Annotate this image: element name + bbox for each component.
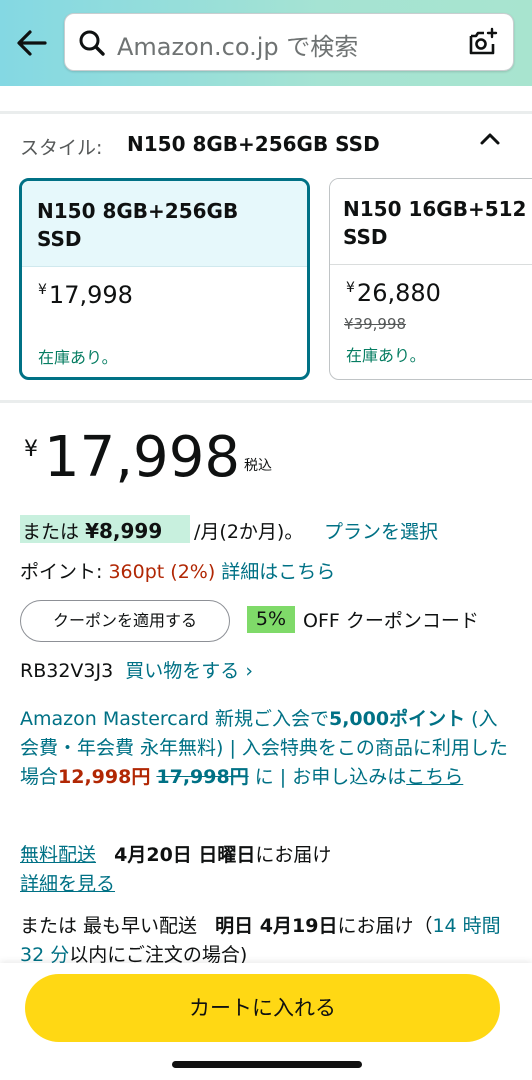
coupon-code: RB32V3J3 [20, 660, 114, 682]
style-label: スタイル: [20, 137, 103, 159]
style-option-card[interactable]: N150 16GB+512 SSD ¥26,880 ¥39,998 在庫あり。 [329, 178, 532, 380]
style-option-name: N150 8GB+256GB SSD [22, 181, 307, 267]
bottom-action-bar: カートに入れる [0, 963, 532, 1080]
apply-coupon-button[interactable]: クーポンを適用する [20, 600, 230, 642]
price-currency-symbol: ¥ [24, 437, 38, 462]
installment-period: /月(2か月)。 [194, 521, 304, 543]
style-option-price: ¥26,880 [346, 279, 441, 307]
style-option-stock: 在庫あり。 [346, 346, 426, 365]
price-amount: 17,998 [44, 425, 240, 490]
mastercard-promo[interactable]: Amazon Mastercard 新規ご入会で5,000ポイント (入会費・年… [20, 705, 510, 792]
section-divider [0, 400, 532, 403]
chevron-up-icon[interactable] [479, 130, 501, 146]
top-header: Amazon.co.jp で検索 [0, 0, 532, 86]
points-row: ポイント: 360pt (2%) 詳細はこちら [20, 561, 336, 583]
search-input[interactable]: Amazon.co.jp で検索 [117, 27, 358, 62]
search-box[interactable]: Amazon.co.jp で検索 [64, 13, 514, 71]
shipping-details-link[interactable]: 詳細を見る [20, 869, 115, 896]
home-indicator[interactable] [172, 1061, 362, 1068]
style-option-price: ¥17,998 [38, 281, 133, 309]
coupon-percent-badge: 5% [247, 606, 295, 633]
select-plan-link[interactable]: プランを選択 [324, 517, 438, 544]
installment-text: または ¥8,999 [22, 519, 163, 543]
style-option-card-selected[interactable]: N150 8GB+256GB SSD ¥17,998 在庫あり。 [19, 178, 310, 380]
style-option-name: N150 16GB+512 SSD [330, 179, 532, 265]
shop-link[interactable]: 買い物をする › [125, 660, 253, 682]
back-arrow-icon[interactable] [14, 26, 50, 60]
style-option-was-price: ¥39,998 [344, 315, 407, 333]
search-icon [78, 29, 106, 57]
points-percent: (2%) [170, 561, 216, 583]
points-details-link[interactable]: 詳細はこちら [221, 561, 335, 583]
style-selected-value: N150 8GB+256GB SSD [127, 132, 380, 156]
tax-note: 税込 [244, 458, 272, 474]
points-value: 360pt [108, 561, 165, 583]
section-divider [0, 111, 532, 114]
camera-search-icon[interactable] [467, 27, 499, 59]
coupon-off-text: OFF クーポンコード [303, 610, 479, 632]
add-to-cart-button[interactable]: カートに入れる [25, 974, 500, 1042]
style-option-stock: 在庫あり。 [38, 348, 118, 367]
mastercard-apply-link[interactable]: こちら [406, 766, 463, 788]
shipping-row: 無料配送 4月20日 日曜日にお届け [20, 844, 332, 866]
fastest-delivery: または 最も早い配送 明日 4月19日にお届け（14 時間 32 分以内にご注文… [20, 915, 501, 966]
free-shipping-link[interactable]: 無料配送 [20, 844, 96, 866]
coupon-code-row: RB32V3J3 買い物をする › [20, 656, 253, 683]
